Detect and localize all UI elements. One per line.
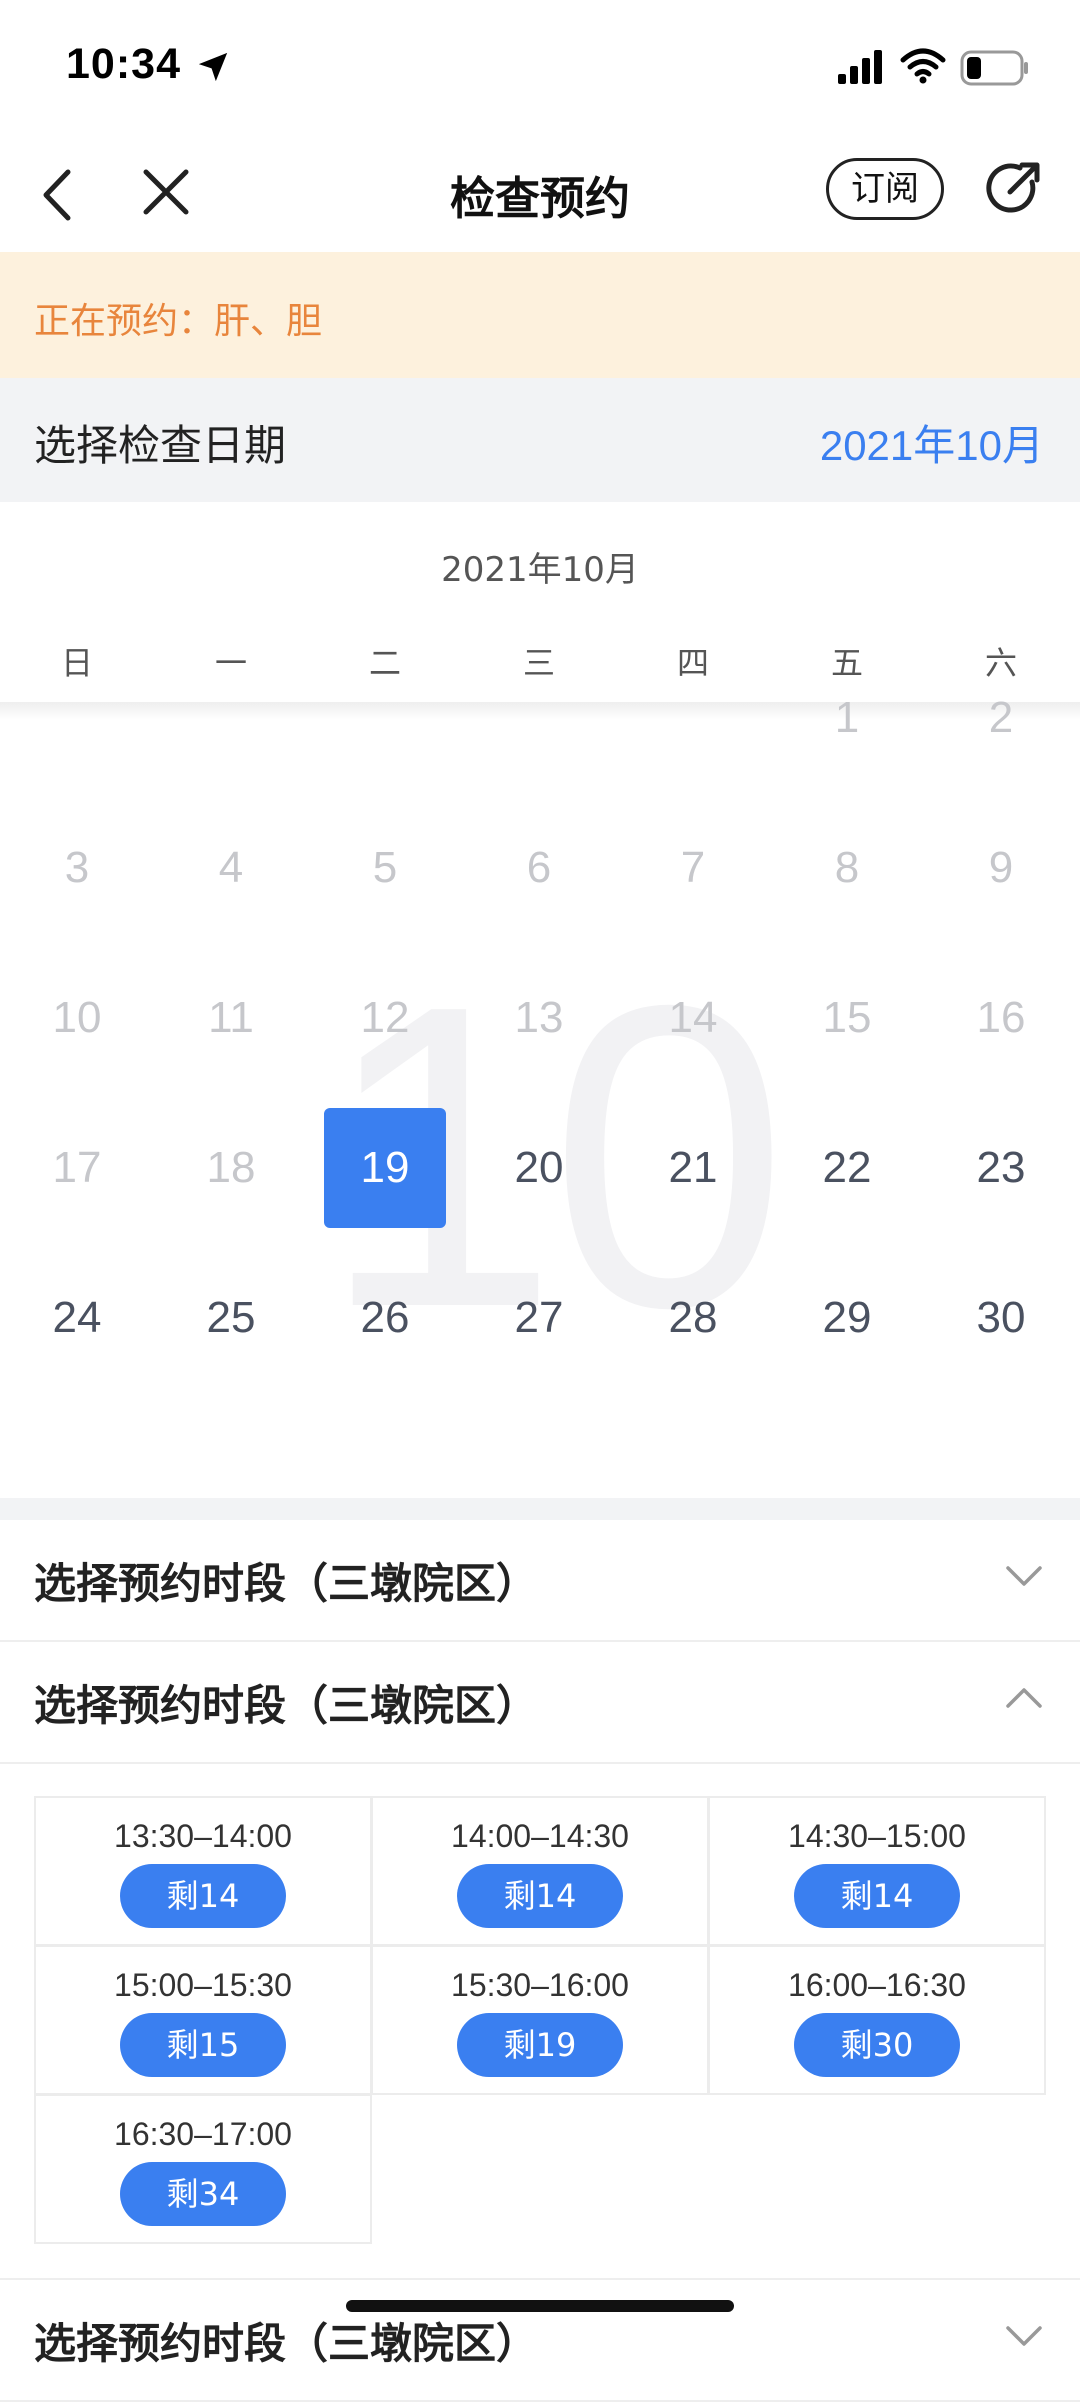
time-slot[interactable]: 15:30–16:00 剩19 xyxy=(371,1945,709,2095)
calendar-day: 17 xyxy=(52,1143,102,1192)
chevron-down-icon xyxy=(1006,2326,1042,2346)
weekday-label: 日 xyxy=(60,644,93,682)
share-icon[interactable] xyxy=(982,158,1044,220)
remaining-count-button[interactable]: 剩19 xyxy=(457,2013,623,2077)
weekday-label: 二 xyxy=(368,644,401,682)
time-slot-range: 16:30–17:00 xyxy=(114,2116,292,2152)
status-time: 10:34 xyxy=(66,40,181,88)
calendar-day[interactable]: 22 xyxy=(786,1108,908,1228)
remaining-count-button[interactable]: 剩15 xyxy=(120,2013,286,2077)
weekday-label: 四 xyxy=(676,644,709,682)
calendar-day[interactable]: 23 xyxy=(940,1108,1062,1228)
calendar-day[interactable]: 27 xyxy=(478,1258,600,1378)
calendar-day: 9 xyxy=(988,843,1014,892)
month-selector[interactable]: 2021年10月 xyxy=(820,412,1044,473)
time-slot-range: 13:30–14:00 xyxy=(114,1818,292,1854)
time-section-title: 选择预约时段（三墩院区） xyxy=(34,1681,539,1730)
remaining-count-button[interactable]: 剩14 xyxy=(457,1864,623,1928)
time-slot-range: 14:30–15:00 xyxy=(788,1818,966,1854)
calendar-day: 5 xyxy=(372,843,398,892)
time-slot-range: 15:30–16:00 xyxy=(451,1967,629,2003)
time-slot-range: 16:00–16:30 xyxy=(788,1967,966,2003)
calendar-day: 4 xyxy=(218,843,244,892)
battery-icon xyxy=(960,50,1028,86)
time-slot[interactable]: 13:30–14:00 剩14 xyxy=(34,1796,372,1946)
time-slot[interactable]: 14:00–14:30 剩14 xyxy=(371,1796,709,1946)
calendar-day[interactable]: 29 xyxy=(786,1258,908,1378)
remaining-count-button[interactable]: 剩30 xyxy=(794,2013,960,2077)
calendar: 10 2021年10月 日一二三四五六 1 2 3 4 5 6 7 8 9 10 11 12 13 14 1… xyxy=(0,502,1080,1498)
calendar-month-label: 2021年10月 xyxy=(441,550,639,590)
calendar-day-selected[interactable]: 19 xyxy=(324,1108,446,1228)
calendar-day[interactable]: 30 xyxy=(940,1258,1062,1378)
calendar-day: 11 xyxy=(208,993,254,1042)
status-bar: 10:34 xyxy=(0,0,1080,140)
weekday-row: 日一二三四五六 xyxy=(0,638,1080,708)
calendar-day: 10 xyxy=(52,993,102,1042)
calendar-day: 8 xyxy=(834,843,860,892)
calendar-day[interactable]: 25 xyxy=(170,1258,292,1378)
calendar-day: 6 xyxy=(526,843,552,892)
home-indicator xyxy=(346,2300,734,2312)
time-section-header-1[interactable]: 选择预约时段（三墩院区） xyxy=(0,1520,1080,1642)
time-slot[interactable]: 16:30–17:00 剩34 xyxy=(34,2094,372,2244)
time-slot[interactable]: 15:00–15:30 剩15 xyxy=(34,1945,372,2095)
remaining-count-button[interactable]: 剩14 xyxy=(794,1864,960,1928)
time-slot-range: 15:00–15:30 xyxy=(114,1967,292,2003)
calendar-day[interactable]: 28 xyxy=(632,1258,754,1378)
calendar-day[interactable]: 24 xyxy=(16,1258,138,1378)
time-section-title: 选择预约时段（三墩院区） xyxy=(34,2319,539,2368)
location-arrow-icon xyxy=(198,52,228,82)
notice-banner: 正在预约：肝、胆 xyxy=(0,252,1080,378)
cellular-signal-icon xyxy=(838,50,882,84)
calendar-day: 13 xyxy=(514,993,564,1042)
calendar-day[interactable]: 21 xyxy=(632,1108,754,1228)
chevron-down-icon xyxy=(1006,1566,1042,1586)
calendar-day: 2 xyxy=(988,693,1014,742)
calendar-day: 12 xyxy=(360,993,410,1042)
date-header-label: 选择检查日期 xyxy=(34,421,287,470)
time-section-header-3[interactable]: 选择预约时段（三墩院区） xyxy=(0,2278,1080,2402)
remaining-count-button[interactable]: 剩14 xyxy=(120,1864,286,1928)
weekday-label: 三 xyxy=(522,644,555,682)
date-header: 选择检查日期 2021年10月 xyxy=(0,378,1080,502)
calendar-day: 15 xyxy=(822,993,872,1042)
nav-bar: 检查预约 订阅 xyxy=(0,140,1080,252)
calendar-day: 7 xyxy=(680,843,706,892)
calendar-day: 16 xyxy=(976,993,1026,1042)
time-slot[interactable]: 16:00–16:30 剩30 xyxy=(708,1945,1046,2095)
weekday-label: 一 xyxy=(214,644,247,682)
calendar-day: 3 xyxy=(64,843,90,892)
notice-text: 正在预约：肝、胆 xyxy=(34,301,323,342)
calendar-day: 1 xyxy=(834,693,860,742)
calendar-day: 18 xyxy=(206,1143,256,1192)
remaining-count-button[interactable]: 剩34 xyxy=(120,2162,286,2226)
wifi-icon xyxy=(900,48,946,84)
time-slot[interactable]: 14:30–15:00 剩14 xyxy=(708,1796,1046,1946)
calendar-day: 14 xyxy=(668,993,718,1042)
chevron-up-icon xyxy=(1006,1688,1042,1708)
weekday-divider xyxy=(0,702,1080,720)
time-section-header-2[interactable]: 选择预约时段（三墩院区） xyxy=(0,1642,1080,1764)
time-slot-range: 14:00–14:30 xyxy=(451,1818,629,1854)
section-divider xyxy=(0,1498,1080,1520)
calendar-day[interactable]: 26 xyxy=(324,1258,446,1378)
subscribe-button[interactable]: 订阅 xyxy=(826,158,944,220)
calendar-day[interactable]: 20 xyxy=(478,1108,600,1228)
time-section-title: 选择预约时段（三墩院区） xyxy=(34,1559,539,1608)
